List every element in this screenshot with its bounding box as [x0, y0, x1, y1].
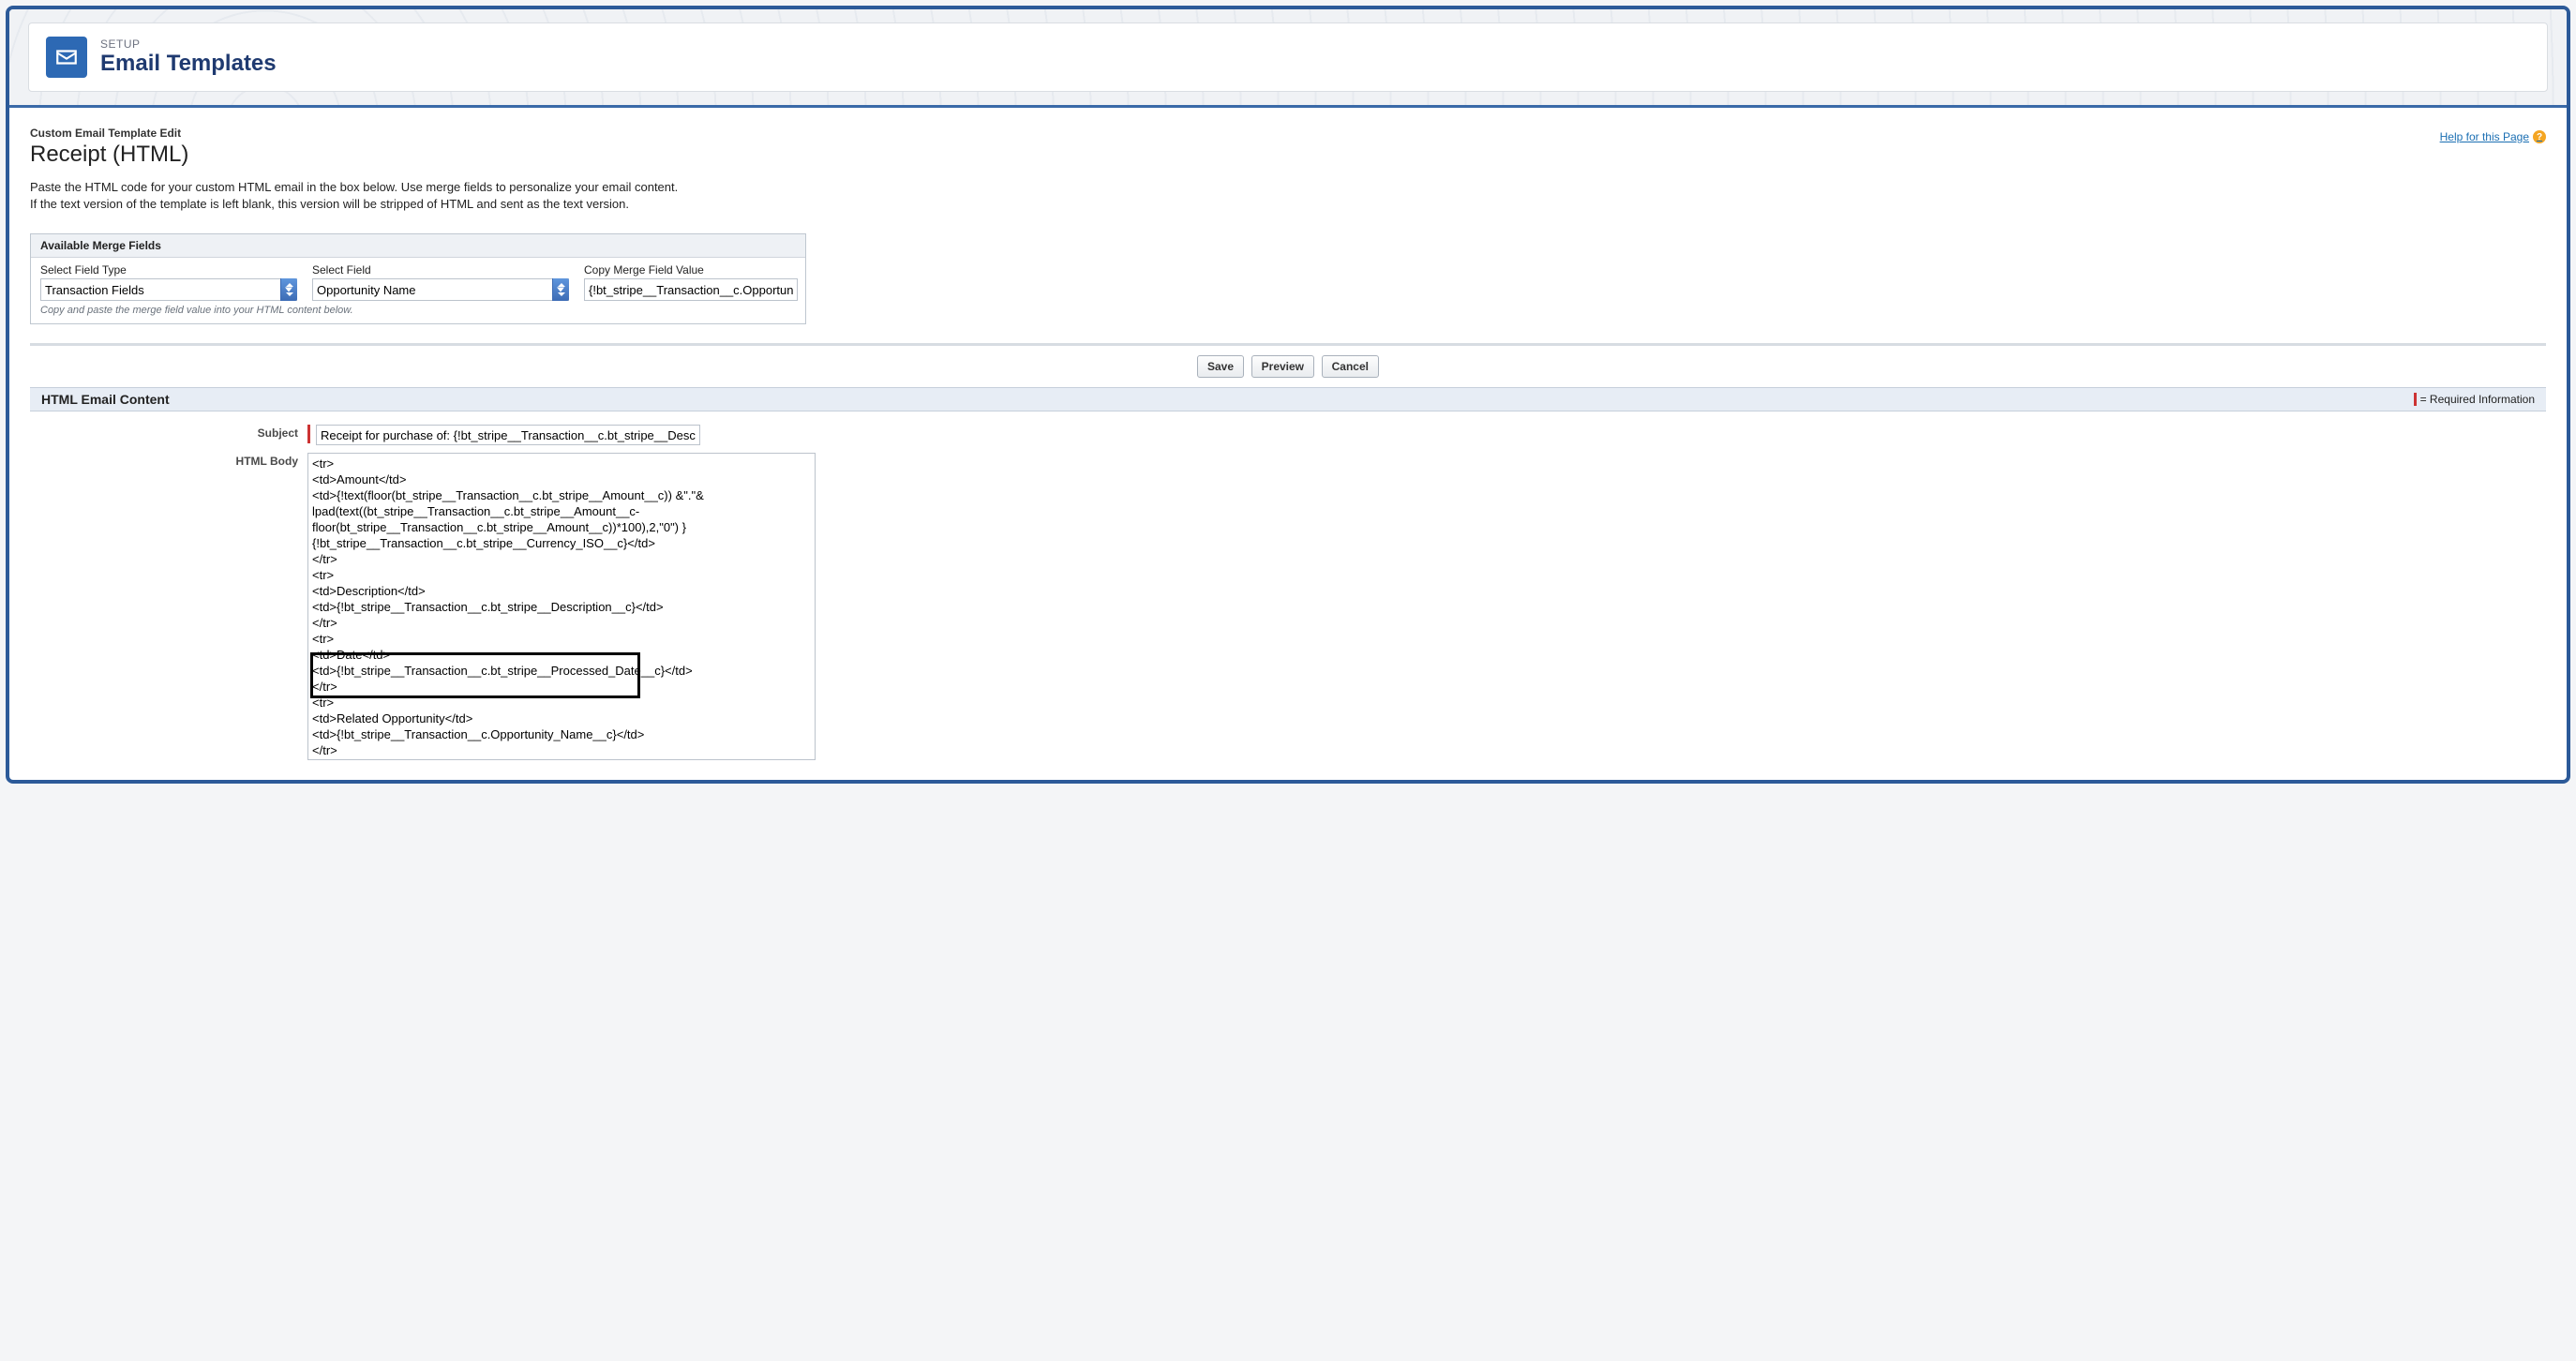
help-link-text: Help for this Page [2440, 130, 2529, 143]
app-frame: SETUP Email Templates Help for this Page… [6, 6, 2570, 784]
header-card: SETUP Email Templates [28, 22, 2548, 92]
required-info-text: = Required Information [2420, 393, 2535, 406]
select-field-type-label: Select Field Type [40, 262, 312, 278]
description: Paste the HTML code for your custom HTML… [30, 179, 2546, 213]
button-row: Save Preview Cancel [30, 346, 2546, 387]
merge-note: Copy and paste the merge field value int… [31, 303, 805, 323]
html-body-textarea[interactable] [307, 453, 816, 760]
section-bar: HTML Email Content = Required Informatio… [30, 387, 2546, 411]
section-title: HTML Email Content [41, 392, 170, 407]
preview-button[interactable]: Preview [1251, 355, 1314, 378]
page-title: Receipt (HTML) [30, 142, 2546, 168]
help-link[interactable]: Help for this Page ? [2440, 130, 2546, 143]
copy-merge-value-input[interactable] [584, 278, 798, 301]
required-info: = Required Information [2414, 393, 2535, 406]
merge-fields-title: Available Merge Fields [31, 234, 805, 258]
body-field [307, 453, 816, 763]
copy-merge-label: Copy Merge Field Value [584, 262, 798, 278]
header-title: Email Templates [100, 51, 277, 77]
body-label: HTML Body [30, 453, 307, 763]
merge-fields-panel: Available Merge Fields Select Field Type… [30, 233, 806, 324]
cancel-button[interactable]: Cancel [1322, 355, 1379, 378]
help-icon: ? [2533, 130, 2546, 143]
subject-field [307, 425, 700, 445]
description-line-1: Paste the HTML code for your custom HTML… [30, 180, 678, 194]
header-band: SETUP Email Templates [9, 9, 2567, 108]
header-text: SETUP Email Templates [100, 37, 277, 77]
copy-merge-wrap [584, 278, 798, 301]
select-field-type[interactable]: Transaction Fields [40, 278, 297, 301]
header-eyebrow: SETUP [100, 37, 277, 51]
subject-input[interactable] [316, 425, 700, 445]
select-field-label: Select Field [312, 262, 584, 278]
select-field-wrap: Opportunity Name [312, 278, 569, 301]
save-button[interactable]: Save [1197, 355, 1244, 378]
select-field[interactable]: Opportunity Name [312, 278, 569, 301]
required-mark-icon [2414, 393, 2417, 406]
page-body: Help for this Page ? Custom Email Templa… [9, 108, 2567, 780]
body-wrap [307, 453, 816, 763]
subject-label: Subject [30, 425, 307, 445]
description-line-2: If the text version of the template is l… [30, 197, 629, 211]
select-field-type-wrap: Transaction Fields [40, 278, 297, 301]
body-row: HTML Body [30, 453, 2546, 763]
merge-fields-grid: Select Field Type Select Field Copy Merg… [31, 258, 805, 303]
required-mark-icon [307, 425, 310, 443]
breadcrumb: Custom Email Template Edit [30, 127, 2546, 140]
mail-icon [46, 37, 87, 78]
form-area: Subject HTML Body [30, 411, 2546, 763]
subject-row: Subject [30, 425, 2546, 445]
